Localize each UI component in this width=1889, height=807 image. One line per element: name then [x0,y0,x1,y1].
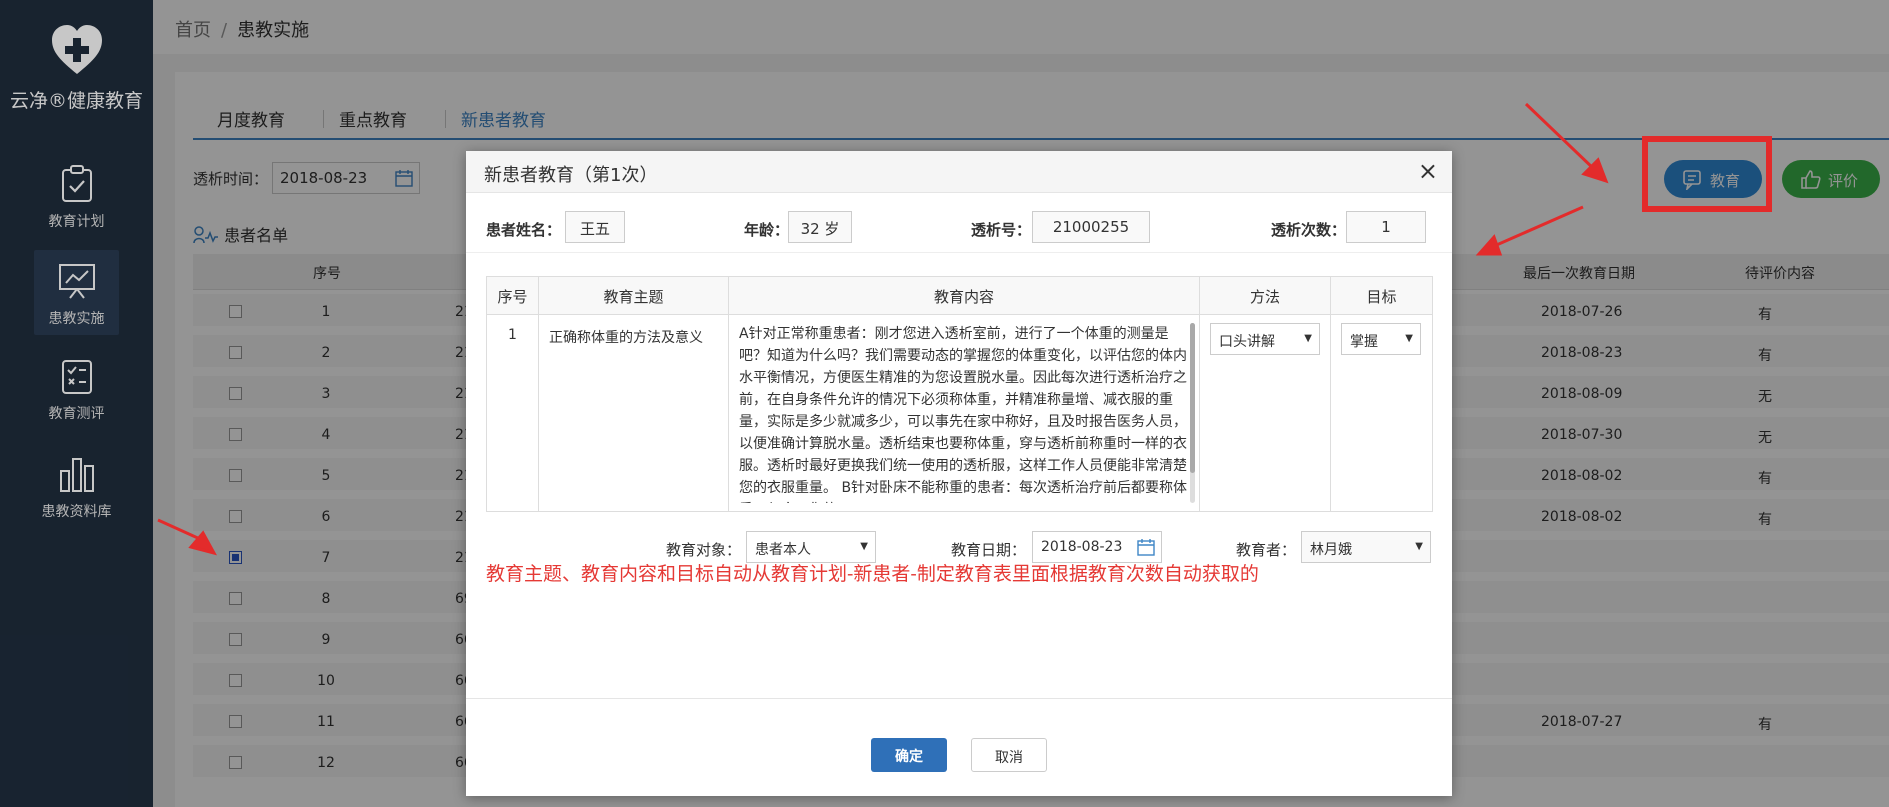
grid-row-method-cell: 口头讲解 ▼ [1200,315,1331,511]
education-grid: 序号 教育主题 教育内容 方法 目标 1 正确称体重的方法及意义 A针对正常称重… [486,276,1433,512]
edu-date-value: 2018-08-23 [1041,539,1123,555]
patient-name-label: 患者姓名： [486,221,562,239]
dialysis-count-label: 透析次数： [1271,221,1347,239]
edu-date-label: 教育日期： [951,541,1027,559]
educator-select[interactable]: 林月娥 ▼ [1301,531,1431,563]
content-scrollbar[interactable] [1190,323,1195,503]
close-icon[interactable]: × [1418,157,1438,185]
modal-title: 新患者教育（第1次） [484,165,658,186]
caret-down-icon: ▼ [1405,333,1413,344]
modal-header: 新患者教育（第1次） × [466,151,1452,193]
educator-label: 教育者： [1236,541,1297,559]
patient-name-field: 王五 [565,211,625,243]
scrollbar-thumb[interactable] [1190,323,1195,473]
grid-header-method: 方法 [1200,277,1331,315]
target-value: 掌握 [1350,334,1378,350]
dialysis-no-label: 透析号： [971,221,1032,239]
edu-target-label: 教育对象： [666,541,742,559]
dialysis-no-field: 21000255 [1032,211,1150,243]
grid-row-no: 1 [487,315,539,511]
cancel-button[interactable]: 取消 [971,738,1047,772]
method-select[interactable]: 口头讲解 ▼ [1210,323,1320,355]
grid-row-content-cell: A针对正常称重患者：刚才您进入透析室前，进行了一个体重的测量是吧？知道为什么吗？… [729,315,1200,511]
educator-value: 林月娥 [1310,542,1352,558]
grid-row-target-cell: 掌握 ▼ [1331,315,1432,511]
sidebar-backdrop [0,0,153,807]
caret-down-icon: ▼ [1415,541,1423,552]
annotation-note: 教育主题、教育内容和目标自动从教育计划-新患者-制定教育表里面根据教育次数自动获… [486,563,1259,585]
education-content-text: A针对正常称重患者：刚才您进入透析室前，进行了一个体重的测量是吧？知道为什么吗？… [739,326,1188,503]
edu-target-value: 患者本人 [755,542,811,558]
patient-info-row: 患者姓名： 王五 年龄： 32 岁 透析号： 21000255 透析次数： 1 [466,203,1452,253]
caret-down-icon: ▼ [1304,333,1312,344]
confirm-button[interactable]: 确定 [871,738,947,772]
grid-header-target: 目标 [1331,277,1432,315]
method-value: 口头讲解 [1219,334,1275,350]
grid-header-topic: 教育主题 [539,277,729,315]
calendar-icon[interactable] [1137,538,1155,556]
caret-down-icon: ▼ [860,541,868,552]
modal-footer: 确定 取消 [466,698,1452,796]
age-label: 年龄： [744,221,790,239]
grid-row-topic: 正确称体重的方法及意义 [539,315,729,511]
dialysis-count-field: 1 [1346,211,1426,243]
age-field: 32 岁 [788,211,852,243]
grid-header-no: 序号 [487,277,539,315]
new-patient-education-modal: 新患者教育（第1次） × 患者姓名： 王五 年龄： 32 岁 透析号： 2100… [466,151,1452,796]
grid-header-content: 教育内容 [729,277,1200,315]
highlight-box [1642,136,1772,212]
target-select[interactable]: 掌握 ▼ [1341,323,1421,355]
